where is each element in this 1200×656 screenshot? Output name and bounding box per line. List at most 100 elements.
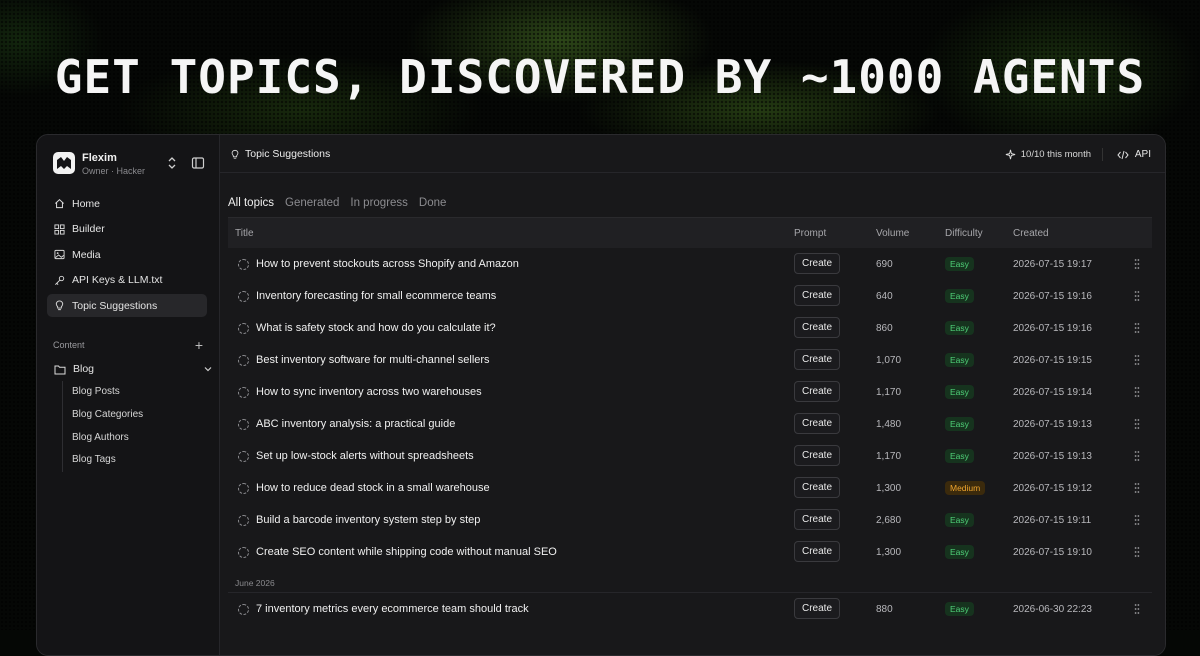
topic-title[interactable]: Best inventory software for multi-channe… [256, 354, 490, 366]
more-vertical-icon[interactable] [1134, 546, 1140, 558]
more-vertical-icon[interactable] [1134, 258, 1140, 270]
create-prompt-button[interactable]: Create [794, 477, 840, 498]
table-row[interactable]: ABC inventory analysis: a practical guid… [228, 408, 1152, 440]
sidebar-item-label: Home [72, 197, 101, 210]
topic-title[interactable]: Create SEO content while shipping code w… [256, 546, 557, 558]
topic-volume: 1,170 [876, 451, 902, 462]
more-vertical-icon[interactable] [1134, 386, 1140, 398]
topic-volume: 880 [876, 604, 893, 615]
usage-counter: 10/10 this month [1005, 149, 1091, 160]
table-row[interactable]: Create SEO content while shipping code w… [228, 536, 1152, 568]
sidebar-item-blog-categories[interactable]: Blog Categories [72, 404, 212, 427]
difficulty-badge: Easy [945, 289, 974, 303]
topic-tabs: All topics Generated In progress Done [228, 197, 446, 209]
topic-title[interactable]: How to reduce dead stock in a small ware… [256, 482, 490, 494]
table-row[interactable]: What is safety stock and how do you calc… [228, 312, 1152, 344]
table-row[interactable]: Set up low-stock alerts without spreadsh… [228, 440, 1152, 472]
column-volume[interactable]: Volume [876, 228, 909, 239]
sidebar-item-blog-authors[interactable]: Blog Authors [72, 427, 212, 450]
create-prompt-button[interactable]: Create [794, 381, 840, 402]
sidebar-item-label: Blog [73, 363, 95, 375]
create-prompt-button[interactable]: Create [794, 598, 840, 619]
more-vertical-icon[interactable] [1134, 290, 1140, 302]
sidebar-item-topic-suggestions[interactable]: Topic Suggestions [47, 294, 207, 318]
sidebar-item-api-keys[interactable]: API Keys & LLM.txt [47, 269, 207, 292]
status-pending-icon [238, 323, 249, 334]
topic-title[interactable]: How to prevent stockouts across Shopify … [256, 258, 519, 270]
topic-title[interactable]: Inventory forecasting for small ecommerc… [256, 290, 496, 302]
create-prompt-button[interactable]: Create [794, 509, 840, 530]
create-prompt-button[interactable]: Create [794, 317, 840, 338]
status-pending-icon [238, 515, 249, 526]
create-prompt-button[interactable]: Create [794, 253, 840, 274]
difficulty-badge: Easy [945, 257, 974, 271]
table-row[interactable]: 7 inventory metrics every ecommerce team… [228, 593, 1152, 625]
topic-title[interactable]: 7 inventory metrics every ecommerce team… [256, 603, 529, 615]
sidebar-item-home[interactable]: Home [47, 192, 207, 215]
more-vertical-icon[interactable] [1134, 418, 1140, 430]
more-vertical-icon[interactable] [1134, 603, 1140, 615]
topic-title[interactable]: How to sync inventory across two warehou… [256, 386, 482, 398]
topic-volume: 1,480 [876, 419, 902, 430]
api-button[interactable]: API [1117, 149, 1151, 160]
difficulty-badge: Easy [945, 321, 974, 335]
topic-volume: 2,680 [876, 515, 902, 526]
sidebar-toggle-icon[interactable] [191, 156, 205, 170]
tab-all-topics[interactable]: All topics [228, 197, 274, 209]
difficulty-badge: Easy [945, 513, 974, 527]
difficulty-badge: Easy [945, 353, 974, 367]
workspace-name: Flexim [82, 152, 117, 164]
tab-generated[interactable]: Generated [285, 197, 339, 209]
sidebar-item-builder[interactable]: Builder [47, 218, 207, 241]
more-vertical-icon[interactable] [1134, 322, 1140, 334]
table-row[interactable]: Best inventory software for multi-channe… [228, 344, 1152, 376]
sidebar-item-media[interactable]: Media [47, 243, 207, 266]
status-pending-icon [238, 483, 249, 494]
sidebar-item-blog[interactable]: Blog [47, 359, 221, 379]
column-created[interactable]: Created [1013, 228, 1049, 239]
topic-title[interactable]: Build a barcode inventory system step by… [256, 514, 480, 526]
create-prompt-button[interactable]: Create [794, 445, 840, 466]
more-vertical-icon[interactable] [1134, 354, 1140, 366]
topic-title[interactable]: What is safety stock and how do you calc… [256, 322, 496, 334]
create-prompt-button[interactable]: Create [794, 349, 840, 370]
topic-created: 2026-07-15 19:13 [1013, 451, 1092, 462]
create-prompt-button[interactable]: Create [794, 541, 840, 562]
page-title: Topic Suggestions [230, 148, 330, 160]
column-difficulty[interactable]: Difficulty [945, 228, 983, 239]
topic-created: 2026-07-15 19:16 [1013, 323, 1092, 334]
topic-volume: 690 [876, 259, 893, 270]
sidebar-item-blog-tags[interactable]: Blog Tags [72, 449, 212, 472]
column-prompt[interactable]: Prompt [794, 228, 826, 239]
sidebar-item-blog-posts[interactable]: Blog Posts [72, 381, 212, 404]
api-label: API [1134, 149, 1151, 160]
more-vertical-icon[interactable] [1134, 514, 1140, 526]
difficulty-badge: Easy [945, 385, 974, 399]
more-vertical-icon[interactable] [1134, 482, 1140, 494]
table-row[interactable]: How to sync inventory across two warehou… [228, 376, 1152, 408]
topic-created: 2026-07-15 19:16 [1013, 291, 1092, 302]
status-pending-icon [238, 291, 249, 302]
tab-done[interactable]: Done [419, 197, 447, 209]
table-row[interactable]: Build a barcode inventory system step by… [228, 504, 1152, 536]
create-prompt-button[interactable]: Create [794, 413, 840, 434]
more-vertical-icon[interactable] [1134, 450, 1140, 462]
tab-in-progress[interactable]: In progress [350, 197, 408, 209]
table-row[interactable]: Inventory forecasting for small ecommerc… [228, 280, 1152, 312]
table-row[interactable]: How to prevent stockouts across Shopify … [228, 248, 1152, 280]
workspace-logo-icon [53, 152, 75, 174]
topbar: Topic Suggestions 10/10 this month API [220, 135, 1165, 173]
table-row[interactable]: How to reduce dead stock in a small ware… [228, 472, 1152, 504]
status-pending-icon [238, 547, 249, 558]
workspace-role: Owner · Hacker [82, 166, 146, 176]
topic-title[interactable]: ABC inventory analysis: a practical guid… [256, 418, 455, 430]
workspace-switcher[interactable]: Flexim Owner · Hacker [53, 151, 205, 179]
chevron-down-icon[interactable] [203, 364, 213, 374]
chevron-up-down-icon[interactable] [165, 155, 179, 171]
page-title-text: Topic Suggestions [245, 148, 331, 160]
column-title[interactable]: Title [235, 228, 254, 239]
plus-icon[interactable]: + [195, 337, 203, 353]
create-prompt-button[interactable]: Create [794, 285, 840, 306]
blog-submenu: Blog Posts Blog Categories Blog Authors … [62, 381, 212, 473]
topic-title[interactable]: Set up low-stock alerts without spreadsh… [256, 450, 474, 462]
